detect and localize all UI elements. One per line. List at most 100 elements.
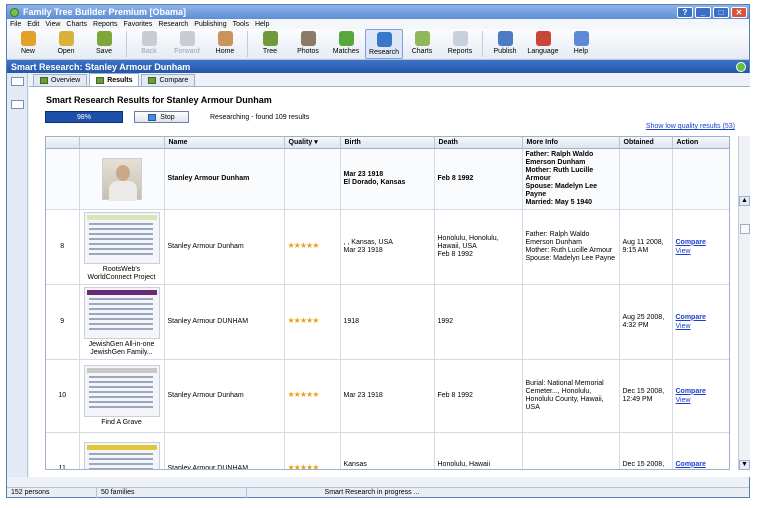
toolbar-label: Publish (493, 48, 517, 55)
stop-label: Stop (160, 113, 175, 121)
quality-stars-icon: ★★★★★ (287, 316, 320, 325)
reports-icon (452, 31, 468, 46)
table-row[interactable]: 11 Stanley Armour DUNHAM★★★★★ Kansas 1918H… (46, 432, 729, 470)
toolbar-separator (247, 31, 248, 57)
low-quality-link[interactable]: Show low quality results (53) (646, 123, 735, 130)
col-more-info[interactable]: More Info (522, 137, 620, 149)
source-cell[interactable] (79, 432, 165, 469)
help-button[interactable]: Help (562, 29, 600, 59)
menu-edit[interactable]: Edit (27, 21, 39, 28)
tree-icon (262, 31, 278, 46)
research-status: Researching - found 109 results (210, 114, 310, 121)
menu-publishing[interactable]: Publishing (194, 21, 226, 28)
open-icon (58, 31, 74, 46)
compare-link[interactable]: Compare (676, 313, 728, 322)
table-row[interactable]: 9 JewishGen All-in-one JewishGen Family..… (46, 284, 729, 360)
col-obtained[interactable]: Obtained (619, 137, 673, 149)
language-icon (535, 31, 551, 46)
menu-favorites[interactable]: Favorites (124, 21, 153, 28)
action-cell: CompareView (672, 209, 729, 285)
open-button[interactable]: Open (47, 29, 85, 59)
master-birth: Mar 23 1918 El Dorado, Kansas (340, 148, 435, 210)
scroll-up-icon[interactable]: ▲ (739, 196, 750, 206)
quality-cell: ★★★★★ (284, 432, 341, 469)
master-photo-cell (79, 148, 165, 210)
scroll-thumb[interactable] (740, 224, 750, 234)
quality-stars-icon: ★★★★★ (287, 390, 320, 399)
new-button[interactable]: New (9, 29, 47, 59)
matches-icon (338, 31, 354, 46)
toolbar-label: Charts (411, 48, 433, 55)
source-cell[interactable]: JewishGen All-in-one JewishGen Family... (79, 284, 165, 360)
birth-cell: Kansas 1918 (340, 432, 435, 469)
menu-view[interactable]: View (45, 21, 60, 28)
name-cell: Stanley Armour DUNHAM (164, 432, 285, 469)
maximize-button[interactable]: □ (713, 6, 729, 18)
col-name[interactable]: Name (164, 137, 285, 149)
compare-link[interactable]: Compare (676, 238, 728, 247)
tab-overview[interactable]: Overview (33, 74, 88, 86)
col-quality[interactable]: Quality ▾ (284, 137, 341, 149)
master-name: Stanley Armour Dunham (164, 148, 285, 210)
vertical-scrollbar[interactable]: ▲ ▼ (738, 136, 750, 470)
help-window-button[interactable]: ? (677, 6, 693, 18)
tab-results[interactable]: Results (89, 73, 140, 86)
home-button[interactable]: Home (206, 29, 244, 59)
death-cell: Honolulu, Hawaii 1992 (434, 432, 523, 469)
more-info-cell (522, 284, 620, 360)
obtained-cell: Dec 15 2008, 12:54 PM (619, 432, 673, 469)
photos-button[interactable]: Photos (289, 29, 327, 59)
results-heading: Smart Research Results for Stanley Armou… (46, 95, 272, 105)
charts-button[interactable]: Charts (403, 29, 441, 59)
death-cell: Feb 8 1992 (434, 359, 523, 433)
birth-cell: Mar 23 1918 (340, 359, 435, 433)
tree-button[interactable]: Tree (251, 29, 289, 59)
view-link[interactable]: View (676, 469, 728, 470)
view-link[interactable]: View (676, 247, 728, 256)
toolbar-separator (482, 31, 483, 57)
compare-link[interactable]: Compare (676, 460, 728, 469)
toolbar-label: Forward (174, 48, 200, 55)
back-button[interactable]: Back (130, 29, 168, 59)
minimize-button[interactable]: _ (695, 6, 711, 18)
stop-button[interactable]: Stop (134, 111, 189, 123)
forward-button[interactable]: Forward (168, 29, 206, 59)
family-view-icon[interactable] (10, 100, 24, 109)
tab-compare[interactable]: Compare (141, 74, 196, 86)
compare-icon (148, 77, 157, 84)
source-thumbnail[interactable] (83, 211, 160, 264)
matches-button[interactable]: Matches (327, 29, 365, 59)
col-birth[interactable]: Birth (340, 137, 435, 149)
view-link[interactable]: View (676, 322, 728, 331)
language-button[interactable]: Language (524, 29, 562, 59)
source-thumbnail[interactable] (83, 286, 160, 339)
menu-research[interactable]: Research (158, 21, 188, 28)
toolbar-label: Reports (447, 48, 473, 55)
col-death[interactable]: Death (434, 137, 523, 149)
menu-charts[interactable]: Charts (66, 21, 87, 28)
table-row[interactable]: 8 RootsWeb's WorldConnect Project Stanley … (46, 209, 729, 285)
compare-link[interactable]: Compare (676, 387, 728, 396)
view-link[interactable]: View (676, 396, 728, 405)
people-view-icon[interactable] (10, 77, 24, 86)
research-button[interactable]: Research (365, 29, 403, 59)
reports-button[interactable]: Reports (441, 29, 479, 59)
obtained-cell: Aug 25 2008, 4:32 PM (619, 284, 673, 360)
menu-file[interactable]: File (10, 21, 21, 28)
source-cell[interactable]: RootsWeb's WorldConnect Project (79, 209, 165, 285)
source-name: JewishGen All-in-one JewishGen Family... (88, 340, 155, 356)
col-action: Action (672, 137, 729, 149)
source-thumbnail[interactable] (83, 364, 160, 417)
save-button[interactable]: Save (85, 29, 123, 59)
menu-tools[interactable]: Tools (233, 21, 249, 28)
results-icon (96, 76, 105, 84)
birth-cell: 1918 (340, 284, 435, 360)
source-cell[interactable]: Find A Grave (79, 359, 165, 433)
menu-reports[interactable]: Reports (93, 21, 118, 28)
publish-button[interactable]: Publish (486, 29, 524, 59)
menu-help[interactable]: Help (255, 21, 269, 28)
close-button[interactable]: ✕ (731, 6, 747, 18)
source-thumbnail[interactable] (83, 441, 160, 469)
table-row[interactable]: 10 Find A Grave Stanley Armour Dunham ★★★★★… (46, 359, 729, 433)
scroll-down-icon[interactable]: ▼ (739, 460, 750, 470)
